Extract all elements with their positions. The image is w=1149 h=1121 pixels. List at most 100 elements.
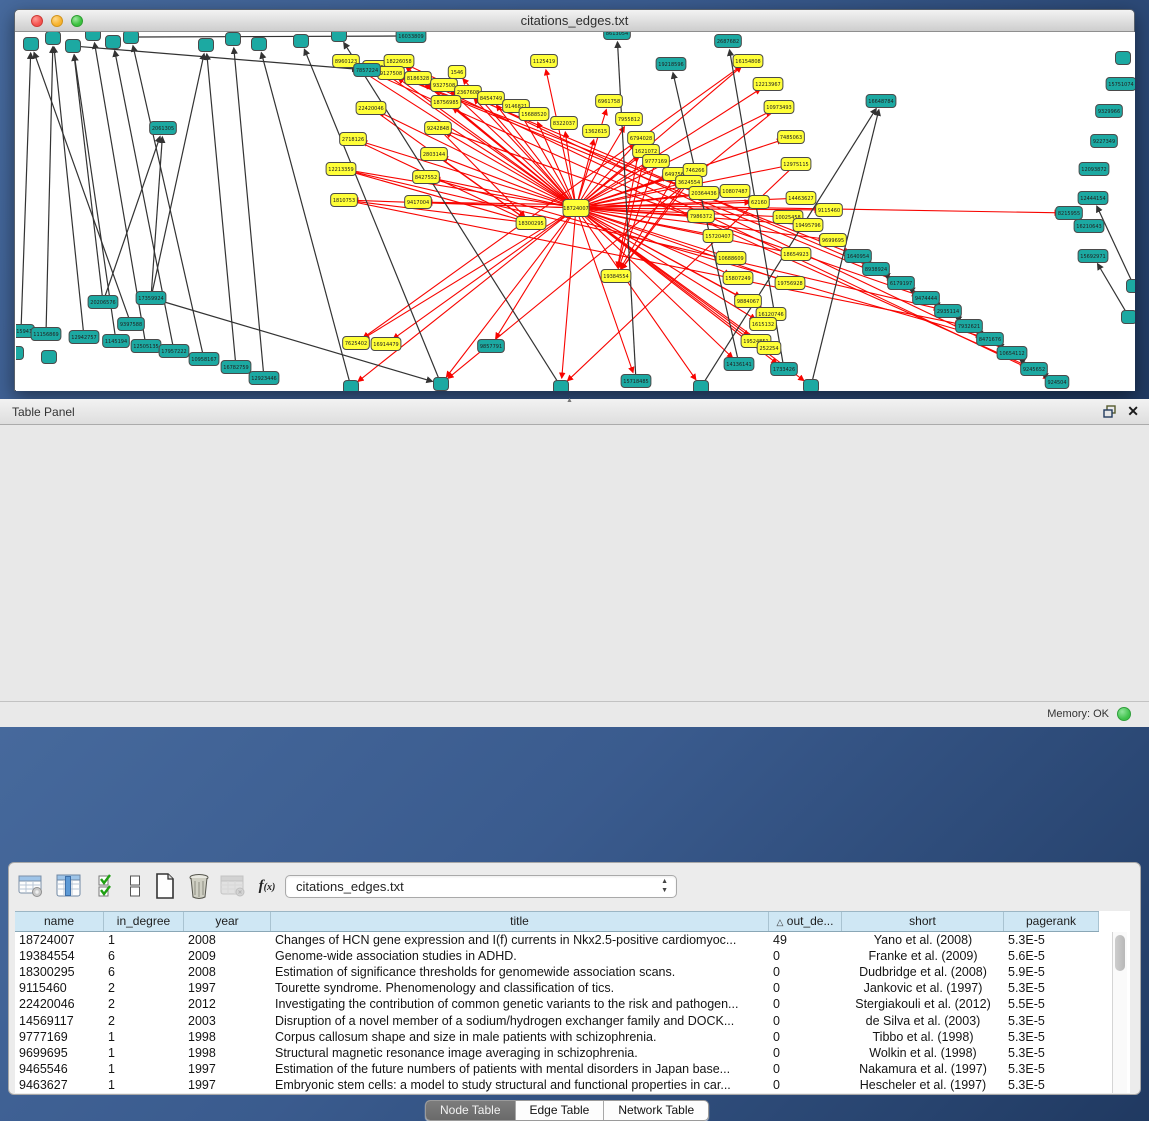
graph-node[interactable]: 16033809 <box>396 32 426 43</box>
graph-node[interactable]: 6179197 <box>888 277 915 290</box>
graph-node[interactable]: 1733426 <box>771 363 798 376</box>
graph-node[interactable]: 17957222 <box>159 345 189 358</box>
graph-node[interactable]: 19495796 <box>793 219 823 232</box>
graph-node[interactable]: 18756985 <box>431 96 461 109</box>
graph-node[interactable]: 16210643 <box>1074 220 1104 233</box>
graph-node[interactable]: 7485063 <box>778 131 805 144</box>
graph-node[interactable]: 8215955 <box>1056 207 1083 220</box>
graph-node[interactable]: 2803144 <box>421 148 448 161</box>
select-all-checks-icon[interactable] <box>92 871 122 901</box>
graph-node[interactable]: 9327508 <box>431 79 458 92</box>
graph-node[interactable]: 10958167 <box>189 353 219 366</box>
graph-node[interactable]: 62160 <box>749 196 770 209</box>
graph-node[interactable]: 8471676 <box>977 333 1004 346</box>
graph-node[interactable]: 252254 <box>757 342 781 355</box>
graph-node[interactable]: 7625402 <box>343 337 370 350</box>
graph-node[interactable]: 12923446 <box>249 372 279 385</box>
column-header-in_degree[interactable]: in_degree <box>104 912 184 931</box>
network-view-canvas[interactable]: 1872400789601238912954182260589127508818… <box>16 32 1135 391</box>
graph-node[interactable]: 10807487 <box>720 185 750 198</box>
graph-node[interactable] <box>434 378 449 391</box>
graph-node[interactable] <box>16 347 24 360</box>
graph-node[interactable]: 8938924 <box>863 263 890 276</box>
graph-node[interactable]: 16782759 <box>221 361 251 374</box>
graph-node[interactable]: 8186328 <box>405 72 432 85</box>
tab-network-table[interactable]: Network Table <box>604 1101 708 1120</box>
close-panel-icon[interactable]: ✕ <box>1127 403 1139 420</box>
graph-node[interactable]: 7955812 <box>616 113 643 126</box>
graph-node[interactable]: 9699695 <box>820 234 847 247</box>
graph-node[interactable]: 9777169 <box>643 155 670 168</box>
tab-edge-table[interactable]: Edge Table <box>516 1101 605 1120</box>
table-settings-icon[interactable] <box>16 871 46 901</box>
graph-node[interactable] <box>252 38 267 51</box>
function-builder-icon[interactable]: f(x) <box>252 871 282 901</box>
graph-node[interactable]: 15718485 <box>621 375 651 388</box>
graph-node[interactable] <box>124 32 139 44</box>
graph-node[interactable]: 1145194 <box>103 335 130 348</box>
graph-node[interactable]: 9127508 <box>378 67 405 80</box>
graph-node[interactable]: 18300295 <box>516 217 546 230</box>
graph-node[interactable]: 12213967 <box>753 78 783 91</box>
memory-ok-icon[interactable] <box>1117 707 1131 721</box>
graph-node[interactable]: 10688609 <box>716 252 746 265</box>
graph-node[interactable]: 9397588 <box>118 318 145 331</box>
table-row[interactable]: 969969511998Structural magnetic resonanc… <box>15 1045 1100 1061</box>
window-titlebar[interactable]: citations_edges.txt <box>15 10 1134 32</box>
graph-node[interactable]: 9227349 <box>1091 135 1118 148</box>
table-row[interactable]: 1872400712008Changes of HCN gene express… <box>15 932 1100 948</box>
graph-node[interactable]: 20364436 <box>689 187 719 200</box>
graph-node[interactable]: 15807249 <box>723 272 753 285</box>
float-panel-icon[interactable] <box>1103 405 1117 418</box>
graph-node[interactable]: 20206576 <box>88 296 118 309</box>
graph-node[interactable] <box>1127 280 1136 293</box>
graph-node[interactable] <box>226 33 241 46</box>
graph-node[interactable] <box>199 39 214 52</box>
graph-node[interactable] <box>554 381 569 392</box>
tab-node-table[interactable]: Node Table <box>426 1101 516 1120</box>
graph-node[interactable]: 10973493 <box>764 101 794 114</box>
graph-node[interactable]: 924504 <box>1045 376 1069 389</box>
graph-node[interactable]: 12505135 <box>131 340 161 353</box>
graph-node[interactable] <box>86 32 101 41</box>
graph-node[interactable] <box>106 36 121 49</box>
graph-node[interactable]: 2061305 <box>150 122 177 135</box>
column-header-title[interactable]: title <box>271 912 769 931</box>
graph-node[interactable]: 746266 <box>683 164 707 177</box>
table-row[interactable]: 1938455462009Genome-wide association stu… <box>15 948 1100 964</box>
graph-node[interactable] <box>294 35 309 48</box>
graph-node[interactable]: 6961758 <box>596 95 623 108</box>
graph-node[interactable] <box>344 381 359 392</box>
column-header-year[interactable]: year <box>184 912 271 931</box>
graph-node[interactable]: 15751074 <box>1106 78 1135 91</box>
graph-node[interactable]: 9417004 <box>405 196 432 209</box>
select-columns-icon[interactable] <box>54 871 84 901</box>
graph-node[interactable]: 1640954 <box>845 250 872 263</box>
table-row[interactable]: 946554611997Estimation of the future num… <box>15 1061 1100 1077</box>
graph-node[interactable]: 1810753 <box>331 194 358 207</box>
graph-node[interactable] <box>24 38 39 51</box>
graph-node[interactable] <box>1122 311 1136 324</box>
graph-node[interactable]: 2718126 <box>340 133 367 146</box>
clear-selection-icon[interactable] <box>120 871 150 901</box>
graph-node[interactable]: 8322037 <box>551 117 578 130</box>
graph-node[interactable]: 9474444 <box>913 292 940 305</box>
graph-node[interactable]: 1362615 <box>583 125 610 138</box>
graph-node[interactable]: 2935114 <box>935 305 962 318</box>
table-row[interactable]: 977716911998Corpus callosum shape and si… <box>15 1029 1100 1045</box>
graph-node[interactable]: 14463627 <box>786 192 816 205</box>
graph-node[interactable]: 2687682 <box>715 35 742 48</box>
table-selector-dropdown[interactable]: citations_edges.txt ▲▼ <box>285 875 677 898</box>
graph-node[interactable] <box>694 381 709 392</box>
graph-node[interactable]: 14136141 <box>724 358 754 371</box>
column-header-short[interactable]: short <box>842 912 1004 931</box>
delete-table-icon[interactable] <box>184 871 214 901</box>
graph-node[interactable]: 18226058 <box>384 55 414 68</box>
graph-node[interactable]: 19218596 <box>656 58 686 71</box>
graph-node[interactable]: 8613054 <box>604 32 631 40</box>
splitter-collapse-arrow[interactable]: ▲ <box>566 397 573 404</box>
table-row[interactable]: 946362711997Embryonic stem cells: a mode… <box>15 1077 1100 1093</box>
graph-node[interactable]: 1546 <box>448 66 465 79</box>
table-row[interactable]: 1456911722003Disruption of a novel membe… <box>15 1012 1100 1028</box>
table-row[interactable]: 911546021997Tourette syndrome. Phenomeno… <box>15 980 1100 996</box>
